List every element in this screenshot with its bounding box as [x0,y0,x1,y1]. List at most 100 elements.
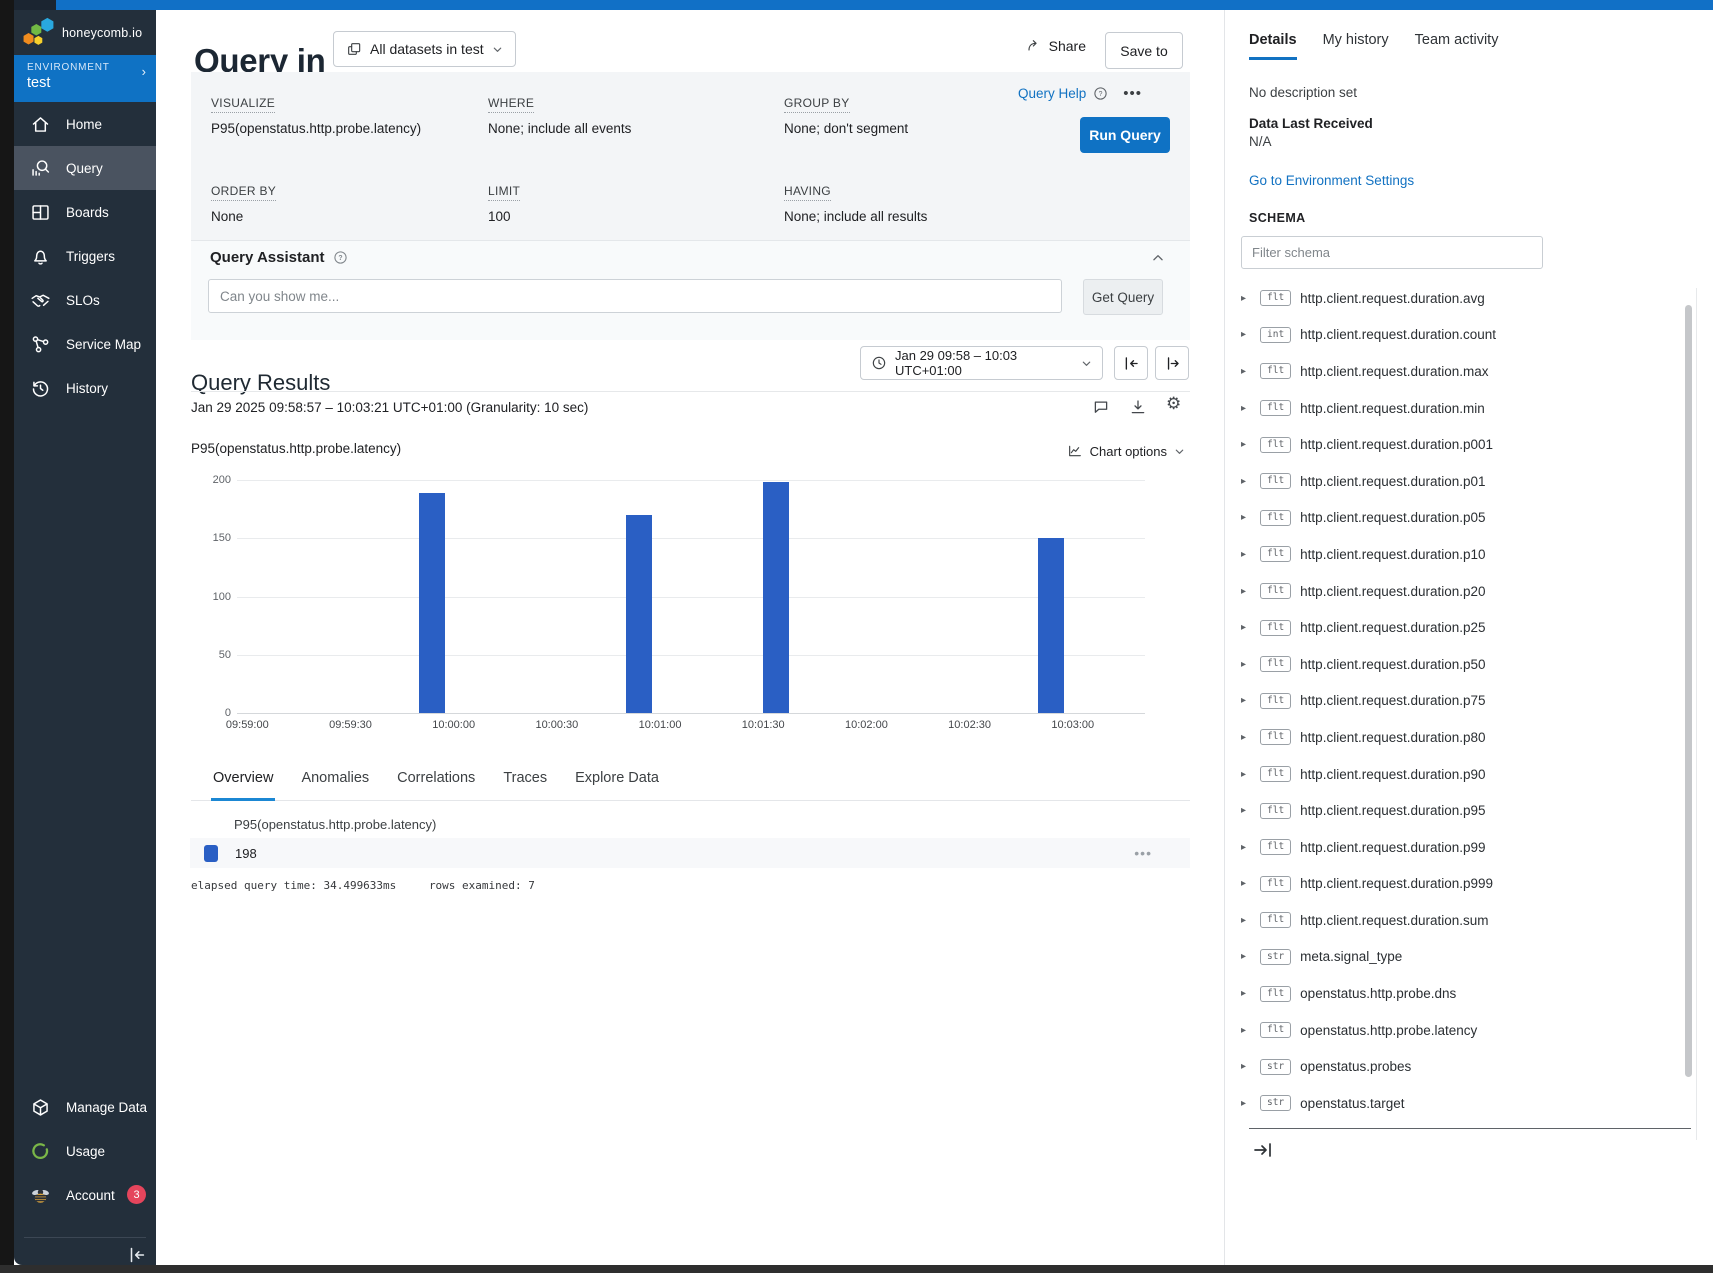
sidebar-item-boards[interactable]: Boards [14,190,156,234]
expand-triangle-icon[interactable]: ▸ [1241,951,1251,962]
time-forward-button[interactable] [1155,346,1189,380]
sidebar-item-usage[interactable]: Usage [14,1129,156,1173]
query-help-link[interactable]: Query Help [1018,86,1086,101]
expand-triangle-icon[interactable]: ▸ [1241,915,1251,926]
help-circle-icon[interactable]: ? [333,250,348,265]
sidebar-item-triggers[interactable]: Triggers [14,234,156,278]
expand-triangle-icon[interactable]: ▸ [1241,1098,1251,1109]
schema-field-http-client-request-duration-max[interactable]: ▸flthttp.client.request.duration.max [1241,353,1691,390]
schema-field-meta-signal-type[interactable]: ▸strmeta.signal_type [1241,939,1691,976]
dataset-selector[interactable]: All datasets in test [333,31,516,67]
builder-field-value[interactable]: None; don't segment [784,121,1114,136]
builder-field-label[interactable]: VISUALIZE [211,96,275,113]
builder-field-value[interactable]: 100 [488,209,784,224]
sidebar-item-slos[interactable]: SLOs [14,278,156,322]
environment-switcher[interactable]: ENVIRONMENT test › [14,55,156,102]
tab-anomalies[interactable]: Anomalies [299,764,371,801]
schema-field-http-client-request-duration-p25[interactable]: ▸flthttp.client.request.duration.p25 [1241,609,1691,646]
expand-triangle-icon[interactable]: ▸ [1241,549,1251,560]
expand-triangle-icon[interactable]: ▸ [1241,769,1251,780]
builder-field-label[interactable]: WHERE [488,96,534,113]
sidebar-item-service-map[interactable]: Service Map [14,322,156,366]
expand-triangle-icon[interactable]: ▸ [1241,659,1251,670]
schema-field-http-client-request-duration-p75[interactable]: ▸flthttp.client.request.duration.p75 [1241,683,1691,720]
expand-triangle-icon[interactable]: ▸ [1241,732,1251,743]
tab-team-activity[interactable]: Team activity [1415,32,1499,60]
tab-my-history[interactable]: My history [1323,32,1389,60]
expand-triangle-icon[interactable]: ▸ [1241,366,1251,377]
expand-triangle-icon[interactable]: ▸ [1241,586,1251,597]
schema-filter-input[interactable] [1241,236,1543,269]
tab-details[interactable]: Details [1249,32,1297,60]
collapse-assistant-button[interactable] [1151,251,1165,265]
expand-triangle-icon[interactable]: ▸ [1241,842,1251,853]
expand-triangle-icon[interactable]: ▸ [1241,695,1251,706]
builder-field-value[interactable]: None; include all events [488,121,784,136]
schema-field-http-client-request-duration-p20[interactable]: ▸flthttp.client.request.duration.p20 [1241,573,1691,610]
schema-field-http-client-request-duration-p10[interactable]: ▸flthttp.client.request.duration.p10 [1241,536,1691,573]
gear-icon[interactable]: ⚙ [1166,395,1181,412]
schema-field-http-client-request-duration-p80[interactable]: ▸flthttp.client.request.duration.p80 [1241,719,1691,756]
sidebar-item-history[interactable]: History [14,366,156,410]
schema-field-http-client-request-duration-p01[interactable]: ▸flthttp.client.request.duration.p01 [1241,463,1691,500]
environment-settings-link[interactable]: Go to Environment Settings [1249,173,1414,188]
expand-triangle-icon[interactable]: ▸ [1241,988,1251,999]
sidebar-item-manage-data[interactable]: Manage Data [14,1085,156,1129]
honeycomb-logo[interactable]: honeycomb.io [14,10,156,55]
time-back-button[interactable] [1114,346,1148,380]
expand-triangle-icon[interactable]: ▸ [1241,1025,1251,1036]
builder-field-value[interactable]: P95(openstatus.http.probe.latency) [211,121,488,136]
expand-triangle-icon[interactable]: ▸ [1241,805,1251,816]
schema-field-openstatus-probes[interactable]: ▸stropenstatus.probes [1241,1048,1691,1085]
schema-field-http-client-request-duration-p90[interactable]: ▸flthttp.client.request.duration.p90 [1241,756,1691,793]
expand-triangle-icon[interactable]: ▸ [1241,439,1251,450]
schema-field-http-client-request-duration-p99[interactable]: ▸flthttp.client.request.duration.p99 [1241,829,1691,866]
chart-bar[interactable] [419,493,445,713]
chart-options-button[interactable]: Chart options [1067,443,1185,459]
row-overflow-menu-icon[interactable]: ••• [1134,845,1152,861]
get-query-button[interactable]: Get Query [1083,279,1163,315]
sidebar-collapse-button[interactable] [126,1244,148,1266]
expand-triangle-icon[interactable]: ▸ [1241,403,1251,414]
schema-field-http-client-request-duration-p05[interactable]: ▸flthttp.client.request.duration.p05 [1241,500,1691,537]
chart-bar[interactable] [626,515,652,713]
schema-field-http-client-request-duration-p999[interactable]: ▸flthttp.client.request.duration.p999 [1241,866,1691,903]
schema-field-http-client-request-duration-count[interactable]: ▸inthttp.client.request.duration.count [1241,317,1691,354]
expand-triangle-icon[interactable]: ▸ [1241,293,1251,304]
sidebar-item-account[interactable]: Account3 [14,1173,156,1217]
builder-field-label[interactable]: ORDER BY [211,184,276,201]
expand-triangle-icon[interactable]: ▸ [1241,329,1251,340]
share-button[interactable]: Share [1026,38,1086,54]
chart-bar[interactable] [1038,538,1064,713]
time-range-picker[interactable]: Jan 29 09:58 – 10:03 UTC+01:00 [860,346,1103,380]
chart-plot[interactable]: 05010015020009:59:0009:59:3010:00:0010:0… [237,480,1145,714]
comment-icon[interactable] [1092,398,1110,416]
panel-collapse-button[interactable] [1251,1138,1275,1162]
expand-triangle-icon[interactable]: ▸ [1241,878,1251,889]
schema-field-http-client-request-duration-min[interactable]: ▸flthttp.client.request.duration.min [1241,390,1691,427]
schema-field-http-client-request-duration-p001[interactable]: ▸flthttp.client.request.duration.p001 [1241,426,1691,463]
expand-triangle-icon[interactable]: ▸ [1241,1061,1251,1072]
chart-bar[interactable] [763,482,789,713]
schema-field-openstatus-http-probe-latency[interactable]: ▸fltopenstatus.http.probe.latency [1241,1012,1691,1049]
tab-overview[interactable]: Overview [211,764,275,801]
builder-field-label[interactable]: LIMIT [488,184,520,201]
tab-correlations[interactable]: Correlations [395,764,477,801]
schema-field-http-client-request-duration-avg[interactable]: ▸flthttp.client.request.duration.avg [1241,280,1691,317]
sidebar-item-home[interactable]: Home [14,102,156,146]
expand-triangle-icon[interactable]: ▸ [1241,476,1251,487]
tab-explore-data[interactable]: Explore Data [573,764,661,801]
save-to-button[interactable]: Save to [1105,32,1183,69]
expand-triangle-icon[interactable]: ▸ [1241,512,1251,523]
builder-field-label[interactable]: GROUP BY [784,96,850,113]
overflow-menu-icon[interactable]: ••• [1123,85,1142,102]
schema-field-openstatus-http-probe-dns[interactable]: ▸fltopenstatus.http.probe.dns [1241,975,1691,1012]
run-query-button[interactable]: Run Query [1080,117,1170,153]
builder-field-label[interactable]: HAVING [784,184,831,201]
table-row[interactable]: 198 ••• [190,838,1190,868]
schema-field-http-client-request-duration-sum[interactable]: ▸flthttp.client.request.duration.sum [1241,902,1691,939]
schema-field-openstatus-target[interactable]: ▸stropenstatus.target [1241,1085,1691,1122]
sidebar-item-query[interactable]: Query [14,146,156,190]
download-icon[interactable] [1129,398,1147,416]
schema-field-http-client-request-duration-p50[interactable]: ▸flthttp.client.request.duration.p50 [1241,646,1691,683]
